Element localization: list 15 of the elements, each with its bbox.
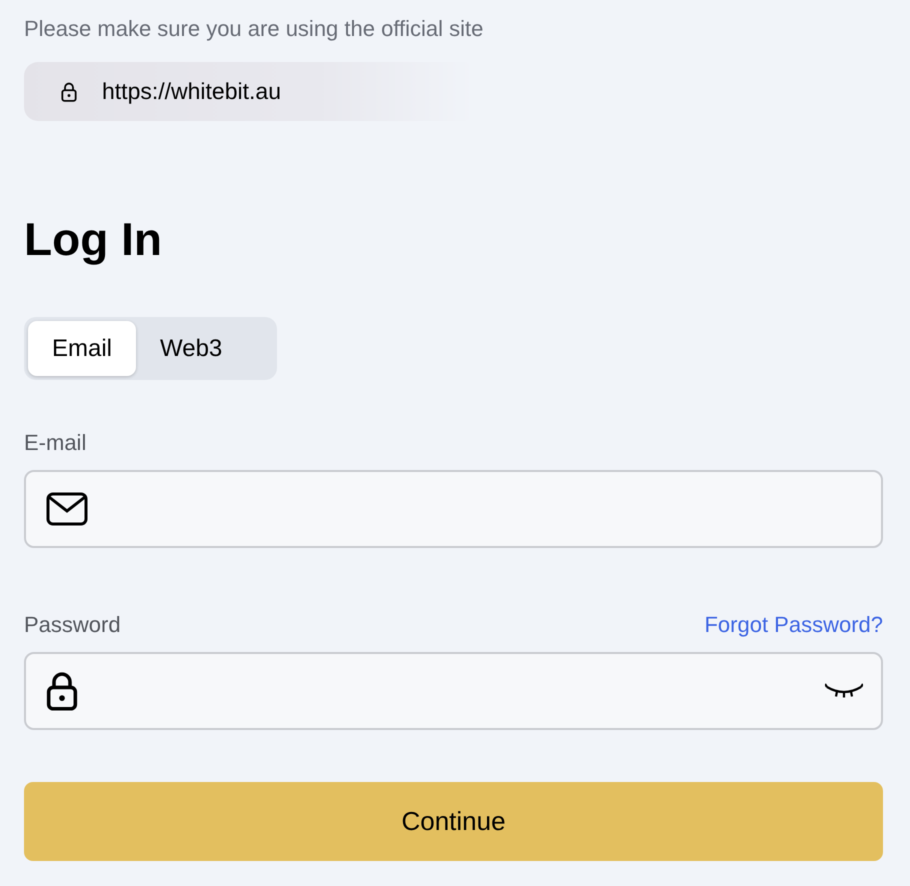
continue-button[interactable]: Continue bbox=[24, 782, 883, 861]
lock-icon bbox=[46, 671, 78, 711]
closed-eye-icon[interactable] bbox=[825, 682, 863, 700]
notice-text: Please make sure you are using the official site bbox=[24, 15, 484, 43]
tab[interactable]: Web3 bbox=[136, 321, 246, 376]
page-title: Log In bbox=[24, 212, 163, 267]
email-field[interactable] bbox=[24, 470, 883, 548]
password-field[interactable] bbox=[24, 652, 883, 730]
lock-icon bbox=[61, 82, 77, 102]
field-label: Password bbox=[24, 612, 121, 638]
url-text: https://whitebit.au bbox=[102, 78, 281, 105]
envelope-icon bbox=[46, 492, 88, 526]
forgot-password-link[interactable]: Forgot Password? bbox=[704, 612, 883, 638]
tab[interactable]: Email bbox=[28, 321, 136, 376]
field-label: E-mail bbox=[24, 430, 86, 456]
